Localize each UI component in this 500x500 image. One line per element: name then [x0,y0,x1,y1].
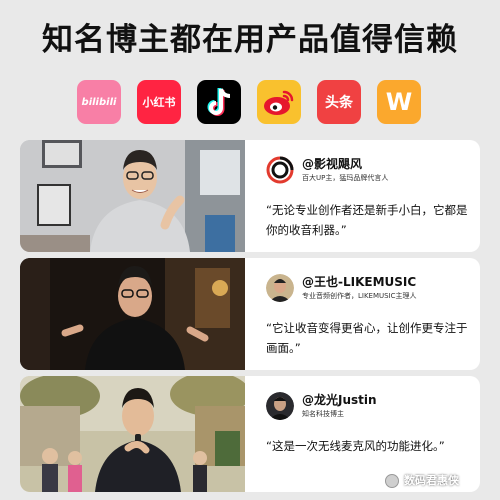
testimonial-quote: “这是一次无线麦克风的功能进化。” [266,439,445,453]
creator-photo-1 [20,140,245,252]
avatar [266,274,294,302]
testimonial-quote: “它让收音变得更省心，让创作更专注于画面。” [266,321,468,355]
creator-photo-2 [20,258,245,370]
testimonial-card-1: @影视飓风 百大UP主，猛玛品牌代言人 “无论专业创作者还是新手小白，它都是你的… [20,140,480,252]
watermark: 数码君惠侠 [404,474,459,487]
creator-role: 知名科技博主 [302,410,344,418]
page-headline: 知名博主都在用产品值得信赖 [42,22,458,58]
weibo-icon [257,80,301,124]
xiaohongshu-label: 小红书 [142,96,176,109]
creator-handle: @龙光Justin [302,393,377,407]
avatar [266,392,294,420]
w-icon-label: W [385,88,413,116]
creator-role: 专业音频创作者，LIKEMUSIC主理人 [302,292,417,300]
tiktok-icon [197,80,241,124]
testimonial-card-2: @王也-LIKEMUSIC 专业音频创作者，LIKEMUSIC主理人 “它让收音… [20,258,480,370]
creator-role: 百大UP主，猛玛品牌代言人 [302,174,389,182]
avatar [266,156,294,184]
creator-handle: @王也-LIKEMUSIC [302,275,417,289]
creator-handle: @影视飓风 [302,157,363,171]
toutiao-label: 头条 [325,95,353,111]
w-icon: W [377,80,421,124]
testimonial-quote: “无论专业创作者还是新手小白，它都是你的收音利器。” [266,203,468,237]
creator-photo-3 [20,376,245,492]
bilibili-label: bilibili [81,96,117,108]
bilibili-icon: bilibili [77,80,121,124]
platform-icons-row: bilibili 小红书 头条 W [0,80,500,124]
watermark-icon [385,474,399,488]
toutiao-icon: 头条 [317,80,361,124]
xiaohongshu-icon: 小红书 [137,80,181,124]
